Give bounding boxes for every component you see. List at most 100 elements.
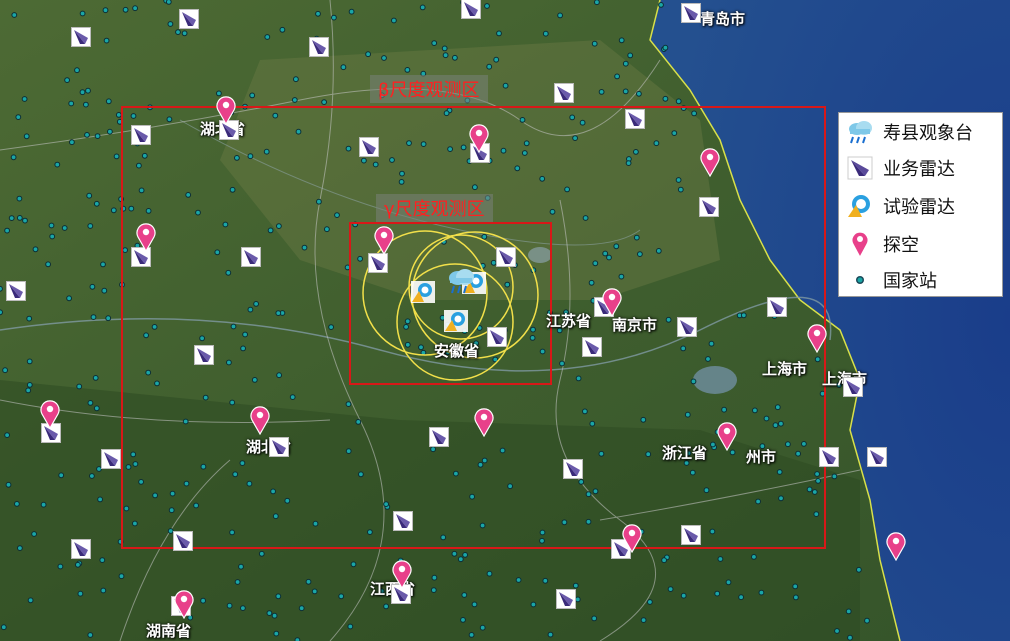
- sounding-pin-icon[interactable]: [250, 405, 270, 436]
- national-station-dot: [79, 89, 86, 96]
- operational-radar-icon[interactable]: [393, 511, 413, 531]
- national-station-dot: [249, 92, 256, 99]
- operational-radar-icon[interactable]: [767, 297, 787, 317]
- operational-radar-icon[interactable]: [71, 27, 91, 47]
- national-station-dot: [391, 17, 397, 24]
- national-station-dot: [667, 586, 674, 592]
- operational-radar-icon[interactable]: [359, 137, 379, 157]
- operational-radar-icon[interactable]: [179, 9, 199, 29]
- national-station-dot: [87, 632, 94, 638]
- national-station-dot: [460, 617, 466, 623]
- sounding-pin-icon[interactable]: [474, 407, 494, 438]
- national-station-dot: [479, 624, 486, 631]
- operational-radar-icon[interactable]: [71, 539, 91, 559]
- sounding-pin-icon[interactable]: [622, 523, 642, 554]
- operational-radar-icon[interactable]: [867, 447, 887, 467]
- operational-radar-icon[interactable]: [101, 449, 121, 469]
- operational-radar-icon[interactable]: [461, 0, 481, 19]
- national-station-dot: [4, 432, 10, 439]
- national-station-dot: [493, 56, 500, 63]
- national-station-dot: [591, 615, 598, 622]
- operational-radar-icon[interactable]: [269, 437, 289, 457]
- sounding-pin-icon[interactable]: [886, 531, 906, 562]
- city-label-hunan: 湖南省: [146, 622, 192, 640]
- national-station-dot: [347, 623, 354, 630]
- national-station-dot: [383, 603, 390, 610]
- operational-radar-icon[interactable]: [6, 281, 26, 301]
- national-station-dot: [58, 472, 65, 479]
- operational-radar-icon[interactable]: [681, 525, 701, 545]
- city-label-hangzhou: 州市: [746, 448, 777, 466]
- test-radar-icon[interactable]: [411, 281, 435, 303]
- operational-radar-icon[interactable]: [487, 327, 507, 347]
- operational-radar-icon[interactable]: [554, 83, 574, 103]
- sounding-pin-icon[interactable]: [717, 421, 737, 452]
- shouxian-observatory-icon[interactable]: [446, 268, 476, 294]
- national-station-dot: [717, 556, 724, 562]
- national-station-dot: [101, 287, 108, 294]
- national-station-dot: [89, 473, 95, 479]
- national-station-dot: [468, 632, 475, 638]
- operational-radar-icon[interactable]: [173, 531, 193, 551]
- operational-radar-icon[interactable]: [556, 589, 576, 609]
- sounding-pin-icon[interactable]: [216, 95, 236, 126]
- national-station-dot: [49, 233, 56, 240]
- national-station-dot: [725, 579, 732, 586]
- operational-radar-icon[interactable]: [368, 253, 388, 273]
- national-station-dot: [547, 631, 554, 638]
- national-station-dot: [75, 561, 81, 568]
- national-station-dot: [226, 602, 233, 609]
- national-station-dot: [452, 54, 458, 61]
- sounding-pin-icon[interactable]: [469, 123, 489, 154]
- operational-radar-icon[interactable]: [681, 3, 701, 23]
- national-station-dot: [15, 114, 22, 120]
- national-station-dot: [77, 590, 84, 597]
- national-station-dot: [83, 101, 89, 108]
- national-station-dot: [594, 0, 600, 6]
- national-station-dot: [167, 21, 174, 27]
- operational-radar-icon[interactable]: [429, 427, 449, 447]
- operational-radar-icon[interactable]: [496, 247, 516, 267]
- operational-radar-icon[interactable]: [843, 377, 863, 397]
- operational-radar-icon[interactable]: [241, 247, 261, 267]
- sounding-pin-icon[interactable]: [700, 147, 720, 178]
- national-station-dot: [431, 574, 438, 581]
- test-radar-icon[interactable]: [444, 310, 468, 332]
- operational-radar-icon[interactable]: [819, 447, 839, 467]
- operational-radar-icon[interactable]: [563, 459, 583, 479]
- operational-radar-icon[interactable]: [309, 37, 329, 57]
- national-station-dot: [258, 550, 265, 557]
- national-station-dot: [680, 592, 687, 599]
- national-station-dot: [847, 634, 853, 641]
- national-station-dot: [381, 55, 387, 61]
- national-station-dot: [845, 608, 852, 615]
- operational-radar-icon[interactable]: [699, 197, 719, 217]
- national-station-dot: [22, 217, 28, 224]
- operational-radar-icon[interactable]: [582, 337, 602, 357]
- national-station-dot: [100, 587, 107, 594]
- national-station-dot: [305, 578, 312, 585]
- national-station-dot: [484, 3, 490, 9]
- sounding-pin-icon[interactable]: [602, 287, 622, 318]
- sounding-pin-icon[interactable]: [807, 323, 827, 354]
- sounding-pin-icon[interactable]: [392, 559, 412, 590]
- national-station-dot: [350, 561, 357, 568]
- national-station-dot: [614, 73, 620, 80]
- national-station-dot: [113, 153, 120, 160]
- national-station-dot: [93, 405, 100, 412]
- operational-radar-icon[interactable]: [677, 317, 697, 337]
- sounding-pin-icon[interactable]: [136, 222, 156, 253]
- national-station-dot: [662, 44, 669, 51]
- city-label-nanjing: 南京市: [612, 316, 658, 334]
- national-station-dot: [321, 99, 328, 105]
- national-station-dot: [99, 557, 106, 563]
- national-station-dot: [2, 367, 8, 374]
- national-station-dot: [69, 139, 75, 146]
- station-dot-icon: [845, 266, 875, 294]
- operational-radar-icon[interactable]: [131, 125, 151, 145]
- operational-radar-icon[interactable]: [625, 109, 645, 129]
- sounding-pin-icon[interactable]: [174, 589, 194, 620]
- sounding-pin-icon[interactable]: [40, 399, 60, 430]
- operational-radar-icon[interactable]: [194, 345, 214, 365]
- sounding-pin-icon[interactable]: [374, 225, 394, 256]
